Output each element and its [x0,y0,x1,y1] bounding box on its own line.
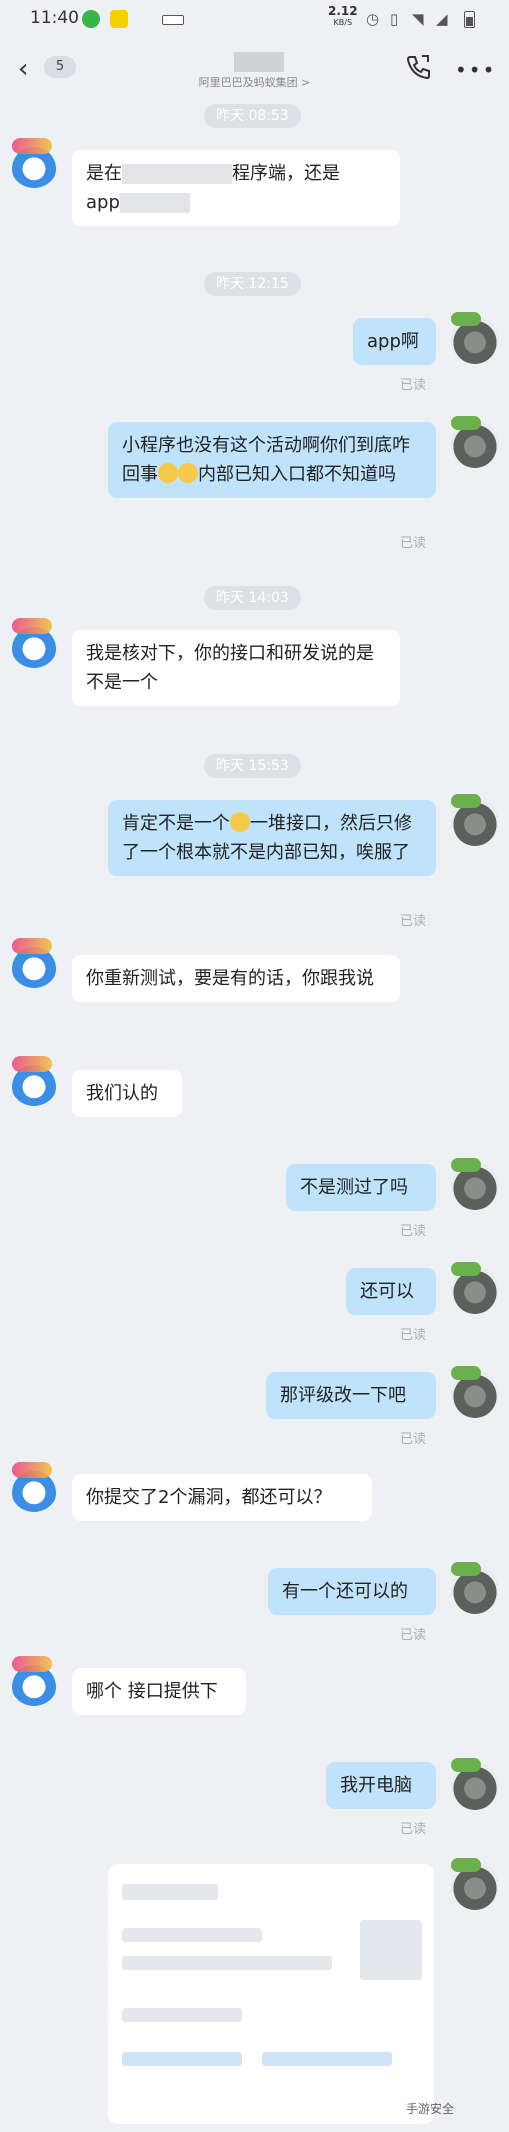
avatar[interactable] [451,1366,499,1418]
message-text: 内部已知入口都不知道吗 [198,464,396,485]
card-link [262,2052,392,2066]
read-status: 已读 [400,914,427,929]
avatar[interactable] [10,618,58,668]
message-bubble: 还可以 [346,1268,436,1315]
alarm-icon: ◷ [366,10,380,28]
message-bubble: 我是核对下，你的接口和研发说的是不是一个 [72,630,400,706]
sim-icon [162,15,184,25]
message-bubble: 我们认的 [72,1070,182,1117]
avatar[interactable] [10,138,58,188]
speed-value: 2.12 [328,4,358,18]
card-thumbnail [360,1920,422,1980]
message-bubble: app啊 [353,318,436,365]
wifi-icon: ◥ [412,10,424,28]
status-bar: 11:40 2.12 KB/S ◷ ▯ ◥ ◢ [0,0,509,38]
read-status: 已读 [400,1822,427,1837]
emoji-icon [158,463,178,483]
message-text: app [86,192,120,213]
avatar[interactable] [10,1056,58,1106]
phone-icon[interactable] [404,52,434,82]
read-status: 已读 [400,1224,427,1239]
avatar[interactable] [451,1562,499,1614]
shared-link-card[interactable] [108,1864,434,2124]
avatar[interactable] [451,312,499,364]
speed-unit: KB/S [333,18,353,27]
signal-icon: ◢ [436,10,448,28]
message-text: 肯定不是一个 [122,813,230,834]
read-status: 已读 [400,1328,427,1343]
vibrate-icon: ▯ [390,10,399,28]
avatar[interactable] [451,1262,499,1314]
app-icon [82,10,100,28]
network-speed: 2.12 KB/S [328,5,358,29]
avatar[interactable] [451,1158,499,1210]
redacted-text [119,193,190,213]
message-bubble: 肯定不是一个 一堆接口，然后只修了一个根本就不是内部已知，唉服了 [108,800,436,876]
contact-name [234,52,284,72]
message-bubble: 你重新测试，要是有的话，你跟我说 [72,955,400,1002]
card-link [122,2052,242,2066]
message-bubble: 我开电脑 [326,1762,436,1809]
read-status: 已读 [400,536,427,551]
message-bubble: 那评级改一下吧 [266,1372,436,1419]
read-status: 已读 [400,1628,427,1643]
read-status: 已读 [400,378,427,393]
time-divider: 昨天 14:03 [204,586,301,610]
avatar[interactable] [451,794,499,846]
message-bubble: 不是测过了吗 [286,1164,436,1211]
avatar[interactable] [10,1656,58,1706]
message-bubble: 是在 程序端，还是 app [72,150,400,226]
avatar[interactable] [451,416,499,468]
card-title [122,1884,218,1900]
hd-icon [110,10,128,28]
watermark: 手游安全 [406,2102,455,2116]
status-time: 11:40 [30,8,79,28]
message-bubble: 你提交了2个漏洞，都还可以？ [72,1474,372,1521]
time-divider: 昨天 15:53 [204,754,301,778]
more-icon[interactable]: ••• [455,58,496,82]
message-bubble: 有一个还可以的 [268,1568,436,1615]
message-bubble: 哪个 接口提供下 [72,1668,246,1715]
time-divider: 昨天 12:15 [204,272,301,296]
time-divider: 昨天 08:53 [204,104,301,128]
card-text [122,1956,332,1970]
avatar[interactable] [10,938,58,988]
avatar[interactable] [451,1758,499,1810]
card-text [122,2008,242,2022]
avatar[interactable] [451,1858,499,1910]
card-text [122,1928,262,1942]
message-text: 是在 [86,163,122,184]
redacted-text [122,164,232,184]
battery-icon [464,11,475,28]
message-text: 程序端，还是 [232,163,340,184]
read-status: 已读 [400,1432,427,1447]
emoji-icon [230,812,250,832]
emoji-icon [178,463,198,483]
message-bubble: 小程序也没有这个活动啊你们到底咋回事 内部已知入口都不知道吗 [108,422,436,498]
avatar[interactable] [10,1462,58,1512]
